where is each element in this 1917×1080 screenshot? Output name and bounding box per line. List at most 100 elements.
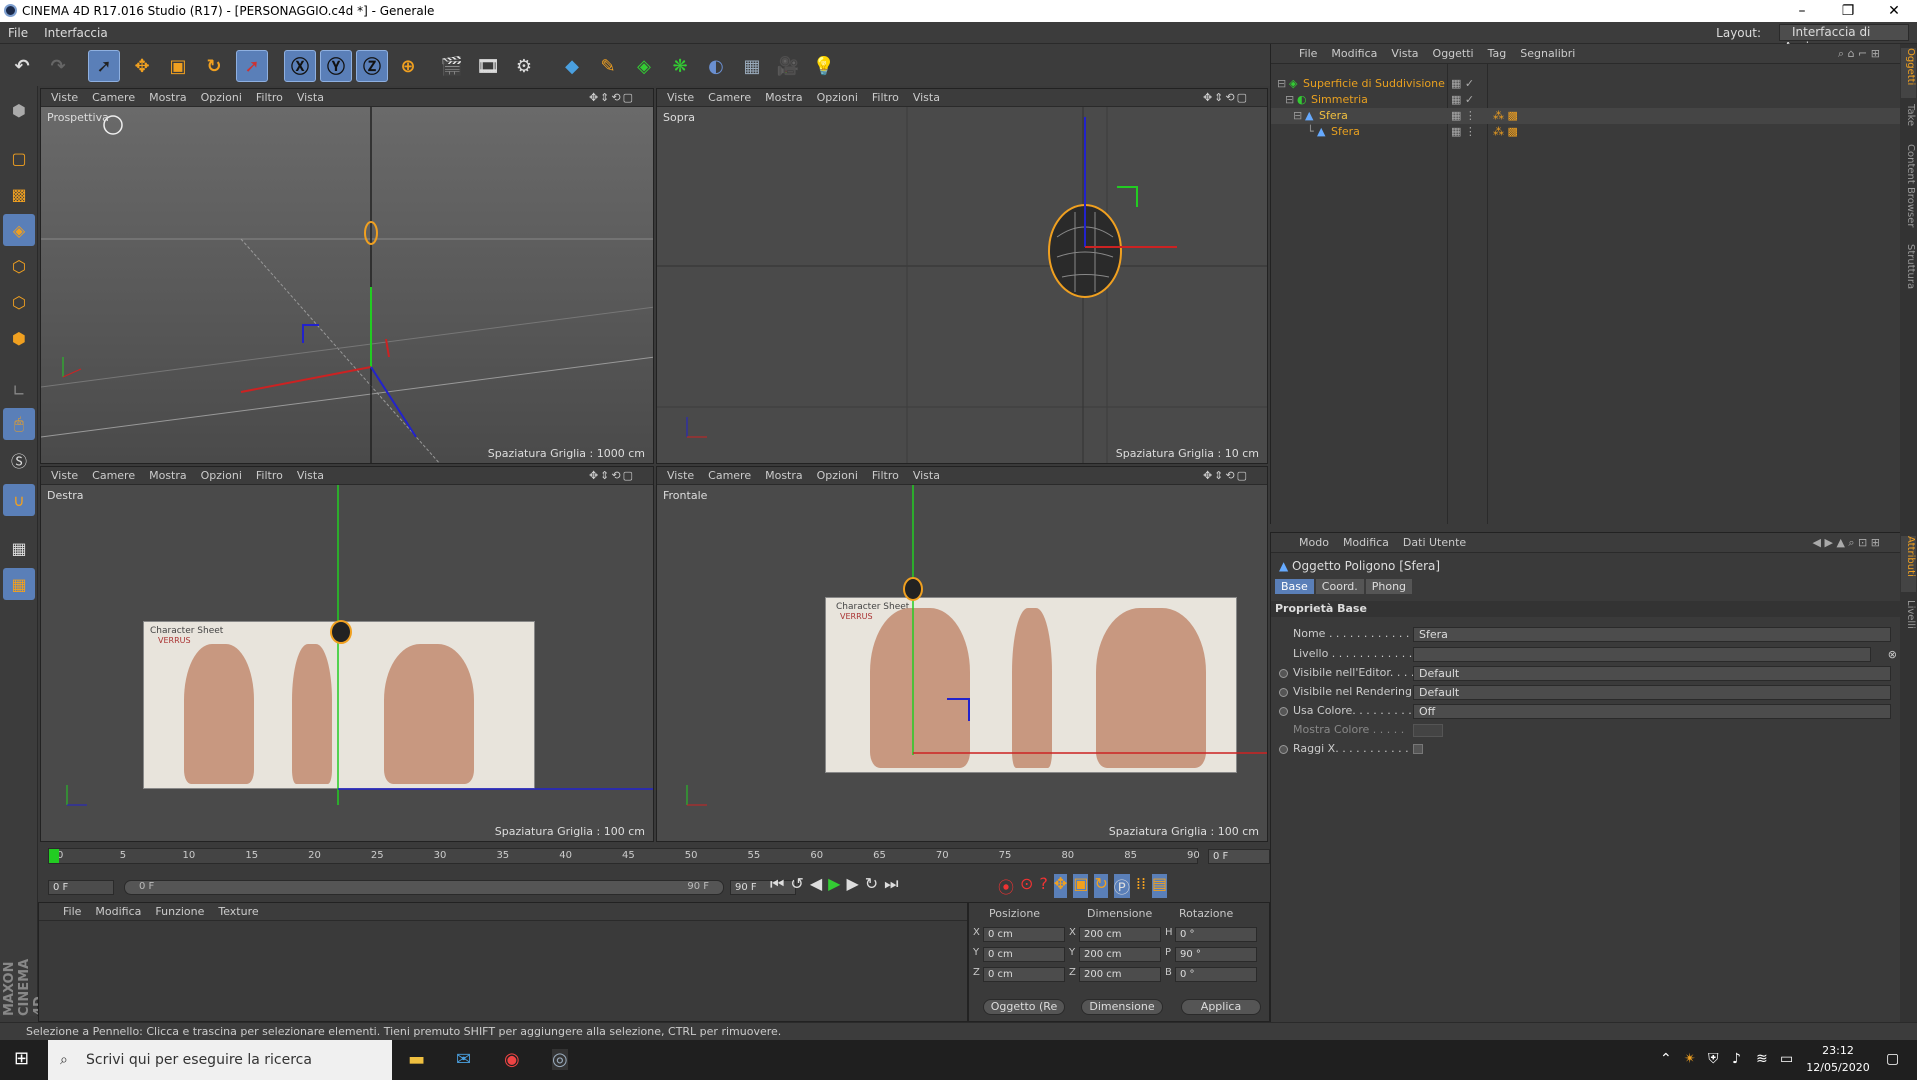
render-settings-icon[interactable]: ⚙ [508,50,540,82]
position-field[interactable]: 0 cm [983,967,1065,982]
axis-mode-icon[interactable]: ∟ [3,374,35,406]
vp-menu-filtro[interactable]: Filtro [256,469,283,482]
attr-nav-icons[interactable]: ◀ ▶ ▲ ⌕ ⊡ ⊞ [1813,536,1880,550]
pen-spline-icon[interactable]: ✎ [592,50,624,82]
model-mode-icon[interactable]: ▢ [3,142,35,174]
recent-tool-icon[interactable]: ➚ [236,50,268,82]
tab-coord[interactable]: Coord. [1315,579,1364,594]
vp-menu-mostra[interactable]: Mostra [765,91,803,104]
tab-oggetti[interactable]: Oggetti [1901,48,1916,98]
floor-icon[interactable]: ▦ [736,50,768,82]
animate-radio[interactable] [1279,745,1288,754]
cube-icon[interactable]: ◆ [556,50,588,82]
viewport-top[interactable]: Viste Camere Mostra Opzioni Filtro Vista… [656,88,1268,464]
object-row[interactable]: ⊟ ◈ Superficie di Suddivisione ▦ ✓ [1271,76,1901,92]
object-visibility-icon[interactable]: ▦ ⋮ [1451,124,1476,140]
restore-icon[interactable]: ❐ [1825,0,1871,22]
material-tag-icon[interactable]: ⁂ ▩ [1493,108,1518,124]
start-frame-field[interactable]: 0 F [48,880,114,895]
use-color-select[interactable]: Off [1413,704,1891,719]
vp-menu-camere[interactable]: Camere [708,91,751,104]
viewport-canvas[interactable]: Character Sheet VERRUS [657,485,1267,841]
om-search-icon[interactable]: ⌕ ⌂ ⌐ ⊞ [1838,47,1880,61]
visible-render-select[interactable]: Default [1413,685,1891,700]
z-axis-lock-icon[interactable]: Ⓩ [356,50,388,82]
tab-phong[interactable]: Phong [1365,579,1413,594]
vp-menu-filtro[interactable]: Filtro [872,469,899,482]
vp-menu-camere[interactable]: Camere [708,469,751,482]
vp-menu-opzioni[interactable]: Opzioni [817,469,858,482]
wifi-icon[interactable]: ≋ [1756,1051,1768,1067]
tab-take[interactable]: Take [1901,104,1916,134]
autokey-icon[interactable]: ⊙ [1020,874,1033,898]
layer-input[interactable] [1413,647,1871,662]
windows-start-icon[interactable]: ⊞ [14,1048,29,1069]
lock-workplane-icon[interactable]: ▦ [3,532,35,564]
rotation-field[interactable]: 90 ° [1175,947,1257,962]
object-visibility-icon[interactable]: ▦ ✓ [1451,76,1474,92]
vp-menu-opzioni[interactable]: Opzioni [201,469,242,482]
play-icon[interactable]: ▶ [828,874,840,894]
viewport-nav-icons[interactable]: ✥⇕⟲▢ [1203,91,1249,104]
y-axis-lock-icon[interactable]: Ⓨ [320,50,352,82]
size-field[interactable]: 200 cm [1079,967,1161,982]
layout-select[interactable]: Interfaccia di Avvio▾ [1779,24,1909,54]
vp-menu-viste[interactable]: Viste [667,469,694,482]
om-menu-modifica[interactable]: Modifica [1331,47,1377,60]
vp-menu-camere[interactable]: Camere [92,469,135,482]
animate-radio[interactable] [1279,688,1288,697]
x-axis-lock-icon[interactable]: Ⓧ [284,50,316,82]
viewport-canvas[interactable] [41,107,653,463]
name-input[interactable]: Sfera [1413,627,1891,642]
object-visibility-icon[interactable]: ▦ ⋮ [1451,108,1476,124]
key-rotation-icon[interactable]: ↻ [1094,874,1108,898]
clock-date[interactable]: 12/05/2020 [1806,1061,1870,1074]
tab-base[interactable]: Base [1275,579,1314,594]
viewport-canvas[interactable] [657,107,1267,463]
viewport-right[interactable]: Viste Camere Mostra Opzioni Filtro Vista… [40,466,654,842]
om-menu-vista[interactable]: Vista [1391,47,1418,60]
camera-icon[interactable]: 🎥 [772,50,804,82]
magnet-icon[interactable]: ∪ [3,484,35,516]
cloner-icon[interactable]: ❋ [664,50,696,82]
attr-menu-modo[interactable]: Modo [1299,536,1329,549]
live-selection-icon[interactable]: ➚ [88,50,120,82]
vp-menu-vista[interactable]: Vista [913,91,940,104]
snap-icon[interactable]: Ⓢ [3,444,35,476]
mat-menu-texture[interactable]: Texture [218,905,258,918]
move-icon[interactable]: ✥ [126,50,158,82]
tray-chevron-icon[interactable]: ⌃ [1660,1051,1672,1067]
viewport-perspective[interactable]: Viste Camere Mostra Opzioni Filtro Vista… [40,88,654,464]
key-param-icon[interactable]: Ⓟ [1113,874,1130,898]
clock-time[interactable]: 23:12 [1806,1044,1870,1057]
viewport-front[interactable]: Viste Camere Mostra Opzioni Filtro Vista… [656,466,1268,842]
go-end-icon[interactable]: ⏭ [884,874,898,894]
size-field[interactable]: 200 cm [1079,947,1161,962]
tray-security-icon[interactable]: ⛨ [1708,1051,1719,1067]
display-color-swatch[interactable] [1413,724,1443,737]
record-icon[interactable]: ⦿ [998,874,1014,898]
workplane-icon[interactable]: ◈ [3,214,35,246]
mail-icon[interactable]: ✉ [456,1049,471,1070]
visible-editor-select[interactable]: Default [1413,666,1891,681]
animate-radio[interactable] [1279,707,1288,716]
next-frame-icon[interactable]: ▶ [846,874,858,894]
tray-app-icon[interactable]: ✴ [1684,1051,1696,1067]
key-position-icon[interactable]: ✥ [1053,874,1068,898]
timeline-playhead[interactable] [49,849,59,863]
scale-icon[interactable]: ▣ [162,50,194,82]
vp-menu-vista[interactable]: Vista [297,91,324,104]
xray-checkbox[interactable] [1413,744,1423,754]
close-icon[interactable]: ✕ [1871,0,1917,22]
battery-icon[interactable]: ▭ [1780,1051,1793,1067]
undo-icon[interactable]: ↶ [6,50,38,82]
tweak-mode-icon[interactable]: 🖱 [3,408,35,440]
layer-clear-icon[interactable]: ⊗ [1888,646,1897,664]
go-start-icon[interactable]: ⏮ [770,874,784,894]
key-scale-icon[interactable]: ▣ [1073,874,1089,898]
rotation-field[interactable]: 0 ° [1175,967,1257,982]
next-key-icon[interactable]: ↻ [865,874,878,894]
rotation-field[interactable]: 0 ° [1175,927,1257,942]
tab-struttura[interactable]: Struttura [1901,244,1916,304]
edges-mode-icon[interactable]: ⬡ [3,286,35,318]
